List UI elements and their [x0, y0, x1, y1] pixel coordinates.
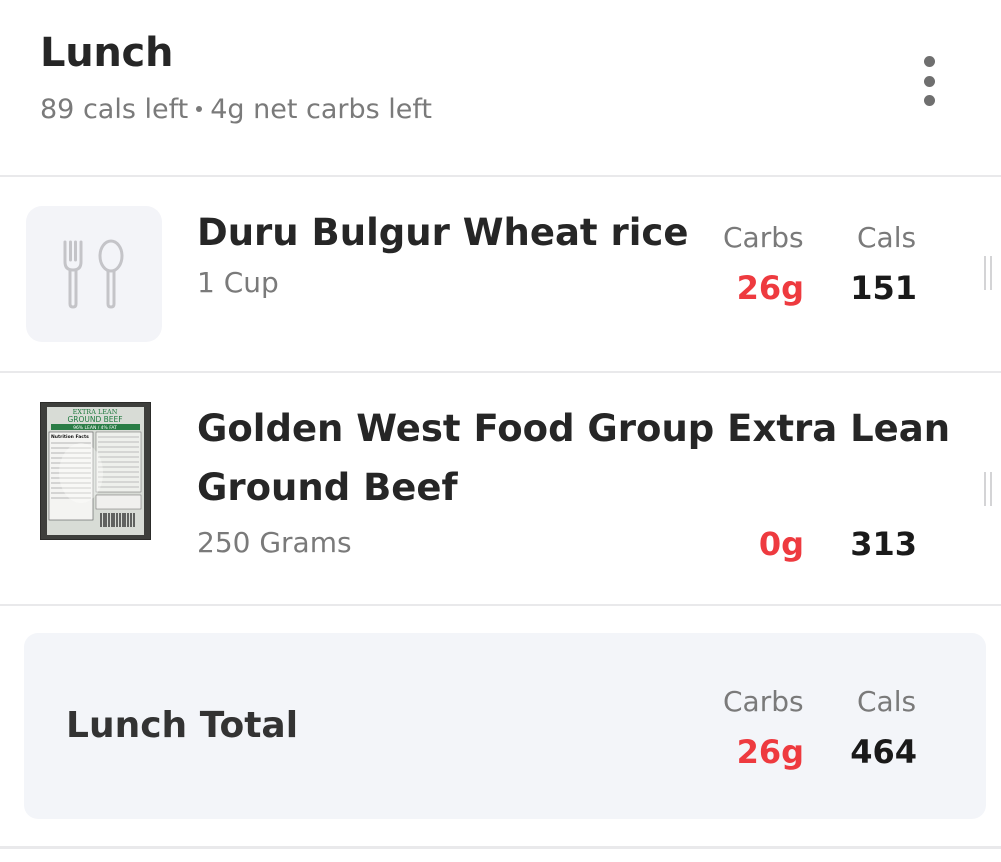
food-item-bulgur[interactable]: Duru Bulgur Wheat rice 1 Cup Carbs Cals …	[0, 176, 1001, 371]
drag-handle-icon[interactable]	[984, 256, 992, 290]
ground-beef-package-icon: EXTRA LEAN GROUND BEEF 96% LEAN / 4% FAT…	[47, 407, 144, 535]
cals-value: 313	[850, 525, 917, 563]
meal-header: Lunch 89 cals left 4g net carbs left	[0, 0, 1001, 176]
cals-label: Cals	[857, 221, 917, 254]
total-cals-value: 464	[850, 733, 917, 771]
carbs-label: Carbs	[723, 685, 804, 718]
food-thumbnail	[26, 206, 162, 342]
package-facts-text: Nutrition Facts	[51, 434, 89, 440]
drag-handle-icon[interactable]	[984, 472, 992, 506]
lunch-total-panel: Lunch Total Carbs Cals 26g 464	[24, 633, 986, 819]
divider	[0, 846, 1001, 849]
food-name-line2: Ground Beef	[197, 466, 458, 509]
total-label: Lunch Total	[66, 705, 299, 746]
total-carbs-value: 26g	[736, 733, 804, 771]
carbs-value: 0g	[758, 525, 804, 563]
meal-title: Lunch	[40, 30, 174, 76]
food-portion: 250 Grams	[197, 526, 352, 559]
food-item-ground-beef[interactable]: EXTRA LEAN GROUND BEEF 96% LEAN / 4% FAT…	[0, 372, 1001, 604]
more-options-icon[interactable]	[912, 56, 946, 106]
cals-left: 89 cals left	[40, 94, 189, 125]
cals-label: Cals	[857, 685, 917, 718]
package-ratio-text: 96% LEAN / 4% FAT	[73, 425, 117, 431]
fork-spoon-icon	[63, 239, 124, 309]
meal-summary: 89 cals left 4g net carbs left	[40, 94, 432, 125]
separator-dot	[196, 105, 203, 112]
carbs-left: 4g net carbs left	[210, 94, 433, 125]
food-portion: 1 Cup	[197, 266, 279, 299]
carbs-value: 26g	[736, 269, 804, 307]
food-package-image: EXTRA LEAN GROUND BEEF 96% LEAN / 4% FAT…	[40, 402, 151, 540]
package-product-text: GROUND BEEF	[67, 415, 122, 424]
carbs-label: Carbs	[723, 221, 804, 254]
meal-card: Lunch 89 cals left 4g net carbs left Duru…	[0, 0, 1001, 862]
cals-value: 151	[850, 269, 917, 307]
food-name: Duru Bulgur Wheat rice	[197, 211, 689, 254]
divider	[0, 604, 1001, 606]
food-name-line1: Golden West Food Group Extra Lean	[197, 407, 951, 450]
